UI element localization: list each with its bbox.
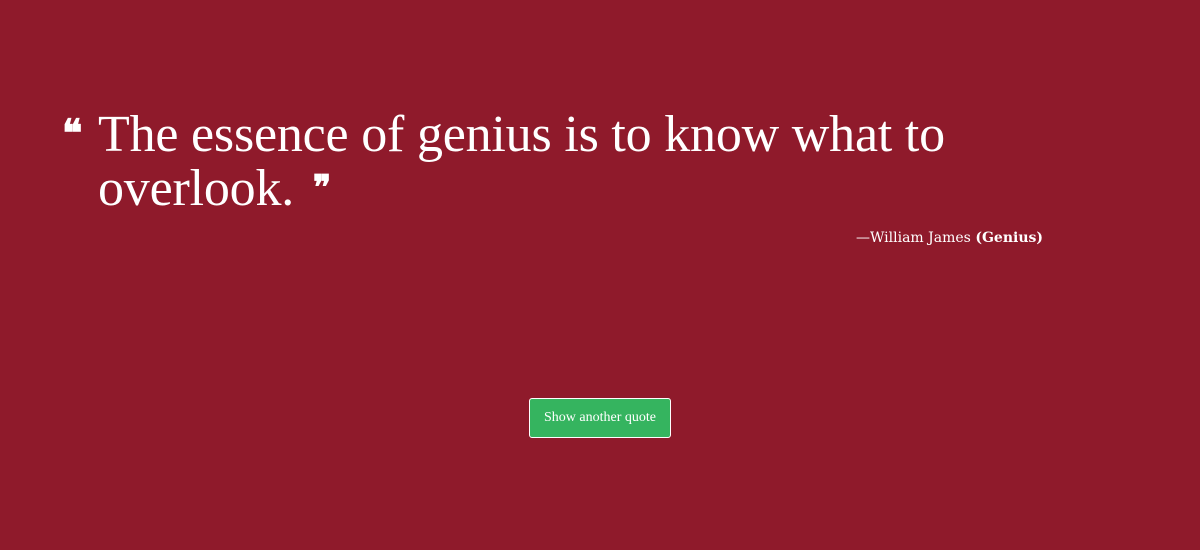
quote-attribution: —William James (Genius) — [856, 229, 1043, 247]
quote-author: —William James — [856, 230, 971, 246]
open-quote-icon: ❝ — [62, 110, 83, 155]
close-quote-icon: ❞ — [312, 168, 331, 208]
show-another-quote-button[interactable]: Show another quote — [529, 398, 671, 438]
quote-text: ❝ The essence of genius is to know what … — [62, 108, 1062, 216]
quote-body: The essence of genius is to know what to… — [98, 106, 945, 217]
quote-block: ❝ The essence of genius is to know what … — [62, 108, 1062, 216]
quote-topic: (Genius) — [975, 230, 1043, 246]
